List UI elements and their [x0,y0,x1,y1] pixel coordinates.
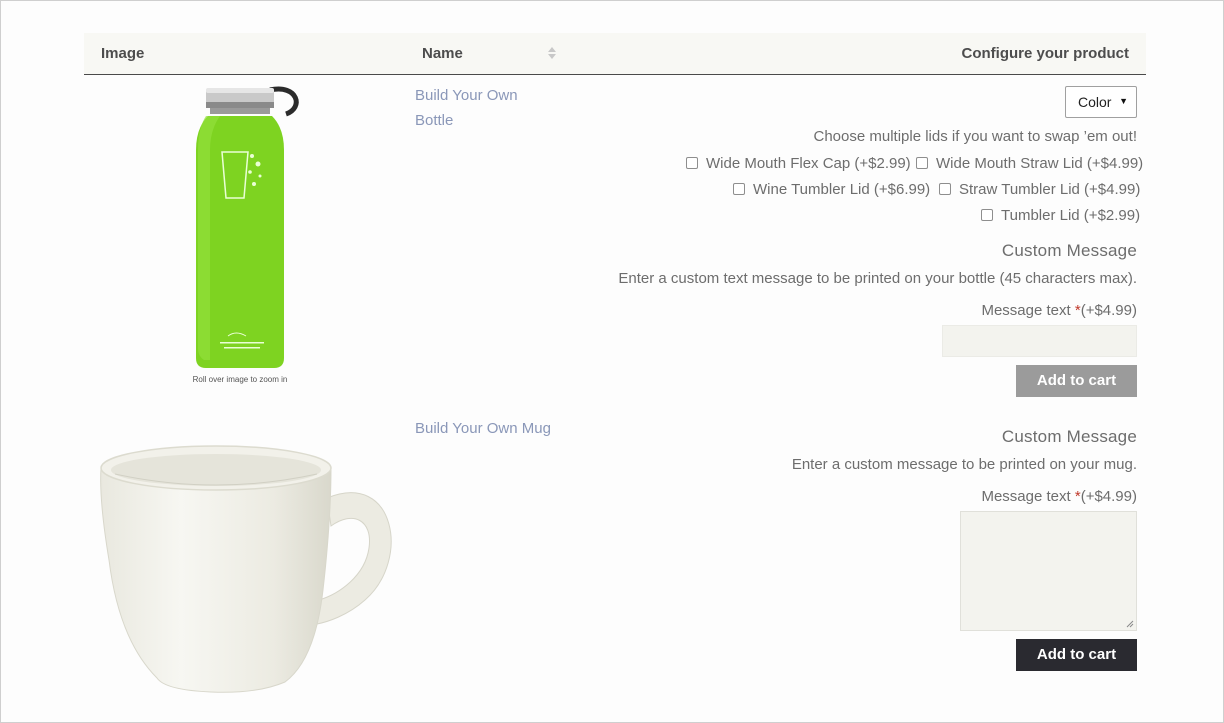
chevron-down-icon: ▼ [1119,96,1128,106]
mug-product-image[interactable] [95,440,400,695]
add-to-cart-button[interactable]: Add to cart [1016,365,1137,397]
product-name-mug[interactable]: Build Your Own Mug [415,416,595,441]
custom-message-help: Enter a custom text message to be printe… [618,270,1137,287]
checkbox-label: Straw Tumbler Lid (+$4.99) [959,181,1141,198]
lids-help-text: Choose multiple lids if you want to swap… [813,128,1138,145]
product-name-bottle[interactable]: Build Your Own Bottle [415,83,555,133]
checkbox-label: Wine Tumbler Lid (+$6.99) [753,181,931,198]
checkbox[interactable] [916,157,928,169]
column-header-name[interactable]: Name [422,45,463,62]
lid-checkbox-wine-tumbler-lid[interactable]: Wine Tumbler Lid (+$6.99) [733,181,930,198]
resize-grip-icon[interactable] [1126,620,1134,628]
color-select-value: Color [1078,94,1112,110]
message-textarea[interactable] [960,511,1137,631]
message-text-label: Message text *(+$4.99) [981,302,1137,319]
custom-message-help: Enter a custom message to be printed on … [791,456,1137,473]
checkbox-label: Tumbler Lid (+$2.99) [1001,207,1141,224]
zoom-caption: Roll over image to zoom in [192,375,288,384]
lid-checkbox-wide-mouth-flex-cap[interactable]: Wide Mouth Flex Cap (+$2.99) [686,155,911,172]
checkbox-label: Wide Mouth Flex Cap (+$2.99) [706,155,911,172]
message-text-input[interactable] [942,325,1137,357]
product-name-line[interactable]: Build Your Own [415,83,555,108]
message-text-label: Message text *(+$4.99) [981,488,1137,505]
color-select[interactable]: Color ▼ [1065,86,1137,118]
lid-checkbox-tumbler-lid[interactable]: Tumbler Lid (+$2.99) [981,207,1140,224]
table-header: Image Name Configure your product [84,33,1146,75]
lid-checkbox-straw-tumbler-lid[interactable]: Straw Tumbler Lid (+$4.99) [939,181,1140,198]
custom-message-title: Custom Message [1001,427,1137,446]
checkbox[interactable] [686,157,698,169]
column-header-image: Image [101,45,145,62]
checkbox[interactable] [939,183,951,195]
checkbox[interactable] [981,209,993,221]
field-price: (+$4.99) [1080,488,1137,505]
field-label-text: Message text [981,488,1071,505]
bottle-product-image[interactable] [170,80,320,390]
field-label-text: Message text [981,302,1071,319]
product-name-line[interactable]: Bottle [415,108,555,133]
checkbox[interactable] [733,183,745,195]
sort-arrows-icon[interactable] [547,45,557,61]
checkbox-label: Wide Mouth Straw Lid (+$4.99) [936,155,1144,172]
custom-message-title: Custom Message [1001,241,1137,260]
field-price: (+$4.99) [1080,302,1137,319]
add-to-cart-button[interactable]: Add to cart [1016,639,1137,671]
lid-checkbox-wide-mouth-straw-lid[interactable]: Wide Mouth Straw Lid (+$4.99) [916,155,1143,172]
column-header-configure: Configure your product [961,45,1130,62]
